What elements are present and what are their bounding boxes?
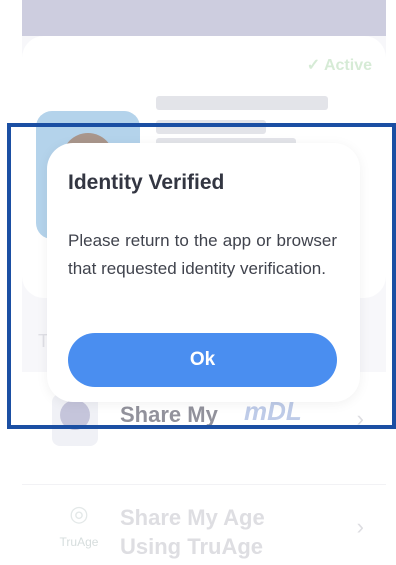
identity-verified-dialog: Identity Verified Please return to the a… <box>47 143 360 402</box>
dialog-message: Please return to the app or browser that… <box>68 231 337 278</box>
ok-button[interactable]: Ok <box>68 333 337 387</box>
dialog-title: Identity Verified <box>68 171 225 194</box>
